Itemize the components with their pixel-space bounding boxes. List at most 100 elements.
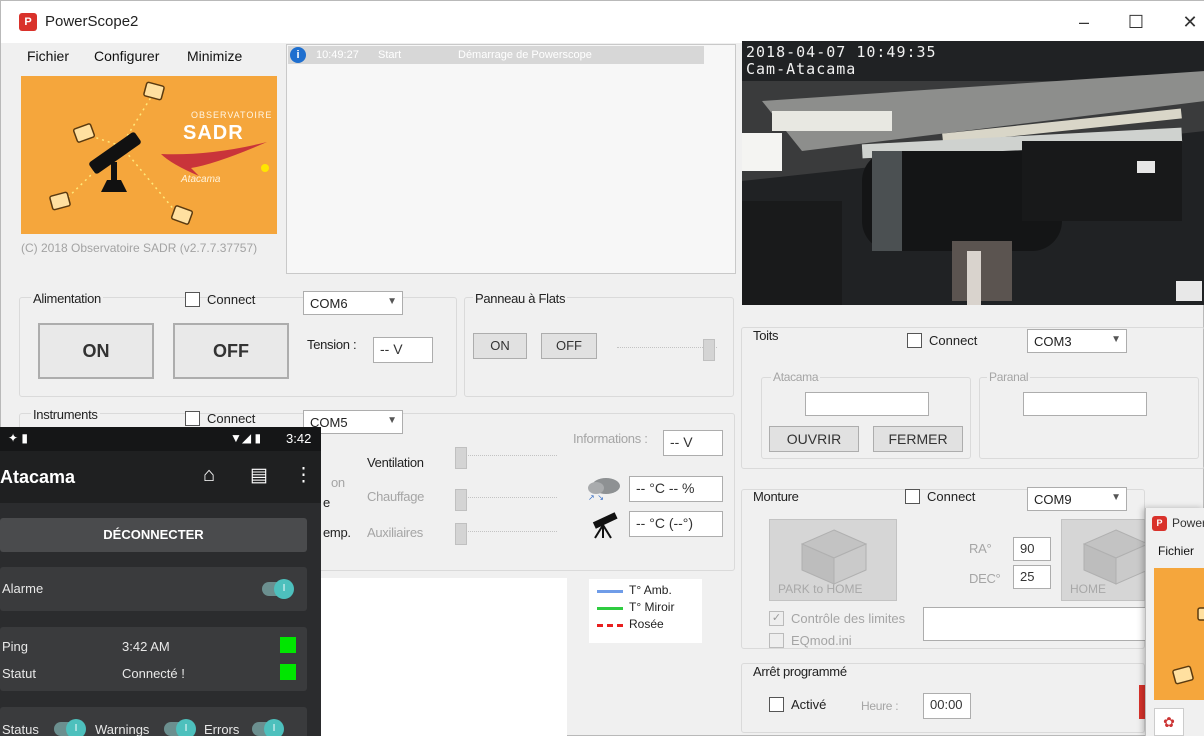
maximize-button[interactable]: ☐ bbox=[1113, 7, 1159, 37]
instruments-label: Instruments bbox=[31, 407, 100, 422]
monture-connect-checkbox[interactable] bbox=[905, 489, 920, 504]
arret-label: Arrêt programmé bbox=[753, 664, 847, 679]
toits-port-select[interactable]: COM3 ▼ bbox=[1027, 329, 1127, 353]
panneau-off-button[interactable]: OFF bbox=[541, 333, 597, 359]
notification-icon: ✦ ▮ bbox=[8, 431, 28, 445]
telescope-icon bbox=[592, 512, 618, 539]
home-button[interactable]: HOME bbox=[1061, 519, 1146, 601]
log-row[interactable]: i 10:49:27 Start Démarrage de Powerscope bbox=[288, 46, 704, 64]
ra-value[interactable]: 90 bbox=[1013, 537, 1051, 561]
toits-connect-checkbox[interactable] bbox=[907, 333, 922, 348]
arret-active-label: Activé bbox=[791, 697, 827, 712]
limits-checkbox[interactable]: ✓ bbox=[769, 611, 784, 626]
errors-filter-label: Errors bbox=[204, 722, 240, 736]
informations-voltage: -- V bbox=[663, 430, 723, 456]
atacama-status-field bbox=[805, 392, 929, 416]
ventilation-label: Ventilation bbox=[367, 455, 424, 470]
errors-filter-knob[interactable]: I bbox=[264, 719, 284, 736]
toits-connect-label: Connect bbox=[929, 333, 978, 348]
panneau-slider-thumb[interactable] bbox=[703, 339, 715, 361]
phone-app-bar: Atacama ⌂ ▤ ⋮ bbox=[0, 451, 321, 503]
phone-time: 3:42 bbox=[286, 431, 312, 446]
park-button[interactable]: PARK to HOME bbox=[769, 519, 897, 601]
logo-line1: OBSERVATOIRE bbox=[191, 110, 273, 120]
mini-app-icon: P bbox=[1152, 516, 1167, 531]
ouvrir-button[interactable]: OUVRIR bbox=[769, 426, 859, 452]
paranal-status-field bbox=[1023, 392, 1147, 416]
alarme-card: Alarme I bbox=[0, 567, 307, 611]
legend-label-rosee: Rosée bbox=[629, 617, 664, 631]
eqmod-checkbox[interactable] bbox=[769, 633, 784, 648]
monture-port-select[interactable]: COM9 ▼ bbox=[1027, 487, 1127, 511]
dec-label: DEC° bbox=[969, 571, 1001, 586]
status-filter-knob[interactable]: I bbox=[66, 719, 86, 736]
limits-label: Contrôle des limites bbox=[791, 611, 906, 626]
arret-active-checkbox[interactable] bbox=[769, 697, 784, 712]
legend-swatch-rosee bbox=[597, 624, 623, 627]
paranal-label: Paranal bbox=[987, 370, 1031, 384]
dec-value[interactable]: 25 bbox=[1013, 565, 1051, 589]
ra-label: RA° bbox=[969, 541, 992, 556]
log-message: Démarrage de Powerscope bbox=[458, 49, 592, 61]
paranal-subgroup bbox=[979, 377, 1199, 459]
alarme-toggle-knob[interactable]: I bbox=[274, 579, 294, 599]
toits-label: Toits bbox=[753, 328, 779, 343]
eqmod-label: EQmod.ini bbox=[791, 633, 852, 648]
menu-configurer[interactable]: Configurer bbox=[94, 48, 159, 64]
alimentation-off-button[interactable]: OFF bbox=[173, 323, 289, 379]
ping-label: Ping bbox=[2, 639, 29, 654]
instruments-connect-checkbox[interactable] bbox=[185, 411, 200, 426]
log-panel[interactable]: i 10:49:27 Start Démarrage de Powerscope bbox=[286, 44, 736, 274]
ventilation-slider-thumb[interactable] bbox=[455, 447, 467, 469]
weather-icon: ↗ ↘ bbox=[588, 478, 620, 502]
disconnect-button[interactable]: DÉCONNECTER bbox=[0, 518, 307, 552]
auxiliaires-label: Auxiliaires bbox=[367, 525, 423, 540]
ventilation-slider-track[interactable] bbox=[457, 455, 557, 459]
second-powerscope-window[interactable]: P PowerS Fichier ✿ bbox=[1145, 508, 1204, 736]
signal-icon: ▼◢ ▮ bbox=[230, 431, 262, 445]
chauffage-slider-track[interactable] bbox=[457, 497, 557, 501]
slider-left-label-2: e bbox=[323, 495, 330, 510]
app-icon: P bbox=[19, 13, 37, 31]
menu-minimize[interactable]: Minimize bbox=[187, 48, 242, 64]
list-icon[interactable]: ▤ bbox=[250, 464, 268, 487]
panneau-slider-track[interactable] bbox=[617, 347, 717, 351]
mini-settings-icon[interactable]: ✿ bbox=[1154, 708, 1184, 736]
fermer-button[interactable]: FERMER bbox=[873, 426, 963, 452]
logo-graphic bbox=[49, 81, 269, 225]
auxiliaires-slider-track[interactable] bbox=[457, 531, 557, 535]
auxiliaires-slider-thumb[interactable] bbox=[455, 523, 467, 545]
title-bar: P PowerScope2 – ☐ ✕ bbox=[1, 1, 1204, 43]
temperature-chart bbox=[301, 578, 567, 736]
alimentation-connect-label: Connect bbox=[207, 292, 256, 307]
phone-app: ✦ ▮ ▼◢ ▮ 3:42 Atacama ⌂ ▤ ⋮ DÉCONNECTER … bbox=[0, 427, 321, 736]
more-icon[interactable]: ⋮ bbox=[294, 464, 313, 487]
chauffage-slider-thumb[interactable] bbox=[455, 489, 467, 511]
legend-label-amb: T° Amb. bbox=[629, 583, 672, 597]
alimentation-port-value: COM6 bbox=[310, 296, 348, 311]
alarme-label: Alarme bbox=[2, 581, 44, 596]
minimize-button[interactable]: – bbox=[1061, 7, 1107, 37]
box-icon bbox=[800, 529, 868, 585]
tension-label: Tension : bbox=[307, 337, 357, 352]
observatory-logo: OBSERVATOIRE SADR Atacama bbox=[21, 76, 277, 234]
box-icon bbox=[1082, 529, 1146, 585]
svg-text:↗ ↘: ↗ ↘ bbox=[588, 493, 604, 502]
camera-name: Cam-Atacama bbox=[746, 60, 857, 78]
menu-fichier[interactable]: Fichier bbox=[27, 48, 69, 64]
info-icon: i bbox=[290, 47, 306, 63]
panneau-on-button[interactable]: ON bbox=[473, 333, 527, 359]
logo-line2: SADR bbox=[183, 122, 244, 144]
alimentation-connect-checkbox[interactable] bbox=[185, 292, 200, 307]
heure-value[interactable]: 00:00 bbox=[923, 693, 971, 719]
log-type: Start bbox=[378, 49, 402, 61]
monture-label: Monture bbox=[753, 489, 799, 504]
home-icon[interactable]: ⌂ bbox=[203, 464, 215, 487]
close-button[interactable]: ✕ bbox=[1167, 7, 1204, 37]
alimentation-on-button[interactable]: ON bbox=[38, 323, 154, 379]
alimentation-port-select[interactable]: COM6 ▼ bbox=[303, 291, 403, 315]
slider-left-label-1: on bbox=[331, 475, 345, 490]
warnings-filter-knob[interactable]: I bbox=[176, 719, 196, 736]
monture-port-value: COM9 bbox=[1034, 492, 1072, 507]
mini-menu-fichier[interactable]: Fichier bbox=[1158, 544, 1194, 558]
